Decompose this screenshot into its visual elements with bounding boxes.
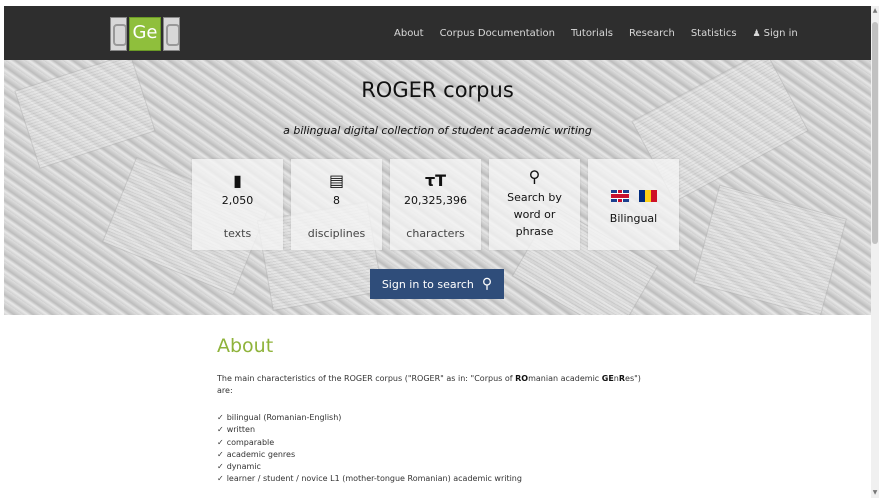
scroll-up-icon[interactable]: ▲	[871, 6, 879, 16]
stat-label: texts	[223, 227, 252, 240]
scroll-down-icon[interactable]: ▼	[871, 488, 879, 498]
main-nav: About Corpus Documentation Tutorials Res…	[394, 6, 798, 60]
stat-value: 8	[333, 194, 340, 207]
sign-in-to-search-button[interactable]: Sign in to search ⚲	[370, 269, 504, 299]
flags	[588, 190, 679, 202]
text-size-icon: τT	[424, 171, 447, 190]
sign-in-label: Sign in	[763, 27, 798, 39]
feature-text: written	[226, 425, 256, 435]
stats-row: ▮ 2,050 texts ▤ 8 disciplines τT 20,325,…	[192, 159, 679, 250]
stat-characters: τT 20,325,396 characters	[390, 159, 481, 250]
hero-subtitle: a bilingual digital collection of studen…	[283, 124, 592, 137]
list-item: ✓ written	[217, 424, 522, 436]
bilingual-card: Bilingual	[588, 159, 679, 250]
search-card-line: Search by	[507, 191, 562, 204]
check-icon: ✓	[217, 462, 224, 472]
search-button-label: Sign in to search	[381, 277, 474, 291]
nav-tutorials[interactable]: Tutorials	[571, 28, 613, 39]
hero-banner: ROGER corpus a bilingual digital collect…	[4, 60, 871, 315]
navbar: Ge About Corpus Documentation Tutorials …	[4, 6, 871, 60]
stat-value: 2,050	[221, 194, 254, 207]
hero-title: ROGER corpus	[361, 78, 514, 102]
feature-text: academic genres	[226, 449, 296, 459]
feature-text: comparable	[226, 437, 275, 447]
list-item: ✓ dynamic	[217, 461, 522, 473]
stat-label: characters	[406, 227, 465, 240]
nav-research[interactable]: Research	[629, 28, 675, 39]
feature-text: dynamic	[226, 462, 261, 472]
intro-text: es")	[625, 374, 641, 383]
check-icon: ✓	[217, 413, 224, 422]
library-icon: ▤	[328, 171, 345, 190]
stat-texts: ▮ 2,050 texts	[192, 159, 283, 250]
search-card[interactable]: ⚲ Search by word or phrase	[489, 159, 580, 250]
feature-text: bilingual (Romanian-English)	[226, 413, 342, 422]
document-icon: ▮	[233, 171, 242, 190]
scrollbar[interactable]: ▲ ▼	[871, 6, 879, 498]
feature-text: learner / student / novice L1 (mother-to…	[226, 474, 522, 484]
search-icon: ⚲	[481, 276, 493, 292]
search-card-line: phrase	[515, 225, 554, 238]
features-list: ✓ bilingual (Romanian-English) ✓ written ✓…	[217, 412, 522, 486]
check-icon: ✓	[217, 425, 224, 435]
stat-value: 20,325,396	[404, 194, 467, 207]
intro-text: The main characteristics of the ROGER co…	[217, 374, 516, 383]
nav-sign-in[interactable]: ♟ Sign in	[753, 28, 798, 39]
search-card-line: word or	[513, 208, 556, 221]
nav-about[interactable]: About	[394, 28, 424, 39]
intro-bold: RO	[515, 374, 529, 383]
search-icon: ⚲	[528, 167, 541, 186]
stat-label: disciplines	[307, 227, 366, 240]
intro-text: manian academic	[528, 374, 602, 383]
romania-flag-icon	[638, 190, 657, 202]
about-intro: The main characteristics of the ROGER co…	[217, 373, 677, 397]
logo-tile-r	[110, 17, 128, 51]
bg-paper	[693, 184, 847, 315]
intro-bold: GE	[601, 374, 614, 383]
check-icon: ✓	[217, 437, 224, 447]
logo-tile-r2	[162, 17, 180, 51]
bilingual-label: Bilingual	[609, 212, 658, 225]
logo-tile-ge: Ge	[129, 17, 161, 51]
roger-logo[interactable]: Ge	[110, 17, 180, 51]
list-item: ✓ bilingual (Romanian-English)	[217, 412, 522, 424]
check-icon: ✓	[217, 449, 224, 459]
list-item: ✓ comparable	[217, 437, 522, 449]
stat-disciplines: ▤ 8 disciplines	[291, 159, 382, 250]
uk-flag-icon	[610, 190, 629, 202]
bg-paper	[14, 60, 156, 169]
nav-statistics[interactable]: Statistics	[691, 28, 737, 39]
intro-text: are:	[217, 386, 233, 395]
check-icon: ✓	[217, 474, 224, 484]
list-item: ✓ academic genres	[217, 449, 522, 461]
about-heading: About	[217, 335, 274, 357]
list-item: ✓ learner / student / novice L1 (mother-t…	[217, 473, 522, 485]
search-card-text: Search by word or phrase	[489, 189, 580, 240]
user-icon: ♟	[752, 28, 761, 39]
scrollbar-thumb[interactable]	[872, 22, 878, 244]
nav-corpus-documentation[interactable]: Corpus Documentation	[440, 28, 555, 39]
